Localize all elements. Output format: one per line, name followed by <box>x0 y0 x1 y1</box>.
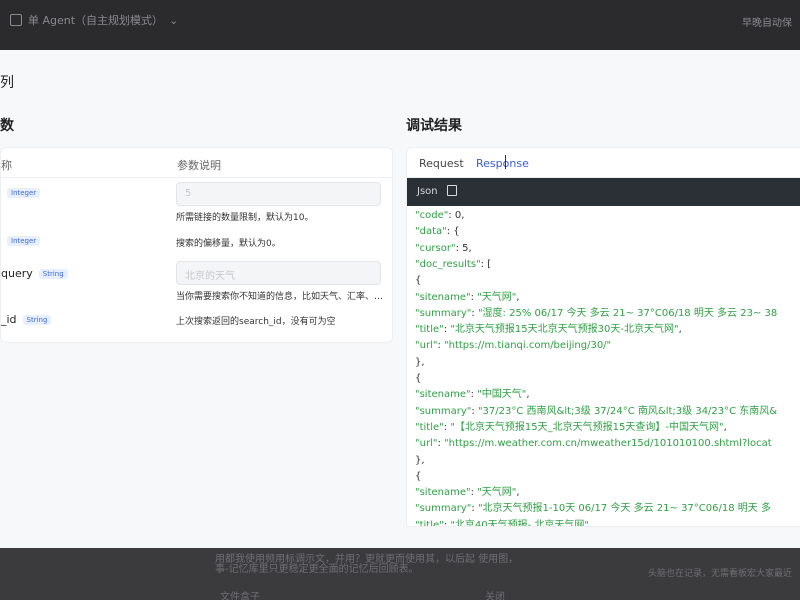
debug-modal: 列 数 调试结果 称 参数说明 Integer 5 所需链接的数量限制，默认为1… <box>0 50 800 548</box>
json-line: "title": "北京40天气预报- 北京天气网", <box>415 519 593 527</box>
col-desc-header: 参数说明 <box>177 159 221 172</box>
json-line: { <box>415 470 422 482</box>
json-line: "code": 0, <box>415 210 465 221</box>
agent-mode-label: 单 Agent（自主规划模式） <box>28 14 164 27</box>
json-viewer[interactable]: "code": 0, "data": { "cursor": 5, "doc_r… <box>407 206 800 527</box>
chevron-down-icon: ⌄ <box>169 13 179 27</box>
file-box-label[interactable]: 文件盒子 <box>220 588 260 600</box>
param-desc: 上次搜索返回的search_id，没有可为空 <box>176 317 336 327</box>
json-line: "url": "https://m.tianqi.com/beijing/30/… <box>415 340 612 352</box>
json-line: "summary": "湿度: 25% 06/17 今天 多云 21~ 37°C… <box>415 307 778 319</box>
params-section-title: 数 <box>0 118 14 134</box>
text-cursor <box>505 155 506 169</box>
json-line: "sitename": "中国天气", <box>415 389 530 401</box>
param-type-badge: String <box>38 268 68 279</box>
json-line: "title": "北京天气预报15天北京天气预报30天-北京天气网", <box>415 324 682 336</box>
params-table: 称 参数说明 Integer 5 所需链接的数量限制，默认为10。 Intege… <box>0 147 393 343</box>
json-line: }, <box>415 454 425 466</box>
json-line: }, <box>415 356 425 368</box>
param-desc: 搜索的偏移量，默认为0。 <box>176 239 281 249</box>
params-table-header: 称 参数说明 <box>1 148 392 178</box>
result-tabs: Request Response <box>407 148 800 178</box>
json-line: "title": "【北京天气预报15天_北京天气预报15天查询】-中国天气网"… <box>415 421 727 433</box>
close-label[interactable]: 关闭 <box>485 588 505 600</box>
param-type-badge: String <box>22 314 52 325</box>
code-toolbar: Json <box>407 178 800 206</box>
param-desc: 当你需要搜索你不知道的信息，比如天气、汇率、… <box>176 292 384 302</box>
tab-request[interactable]: Request <box>419 157 464 170</box>
param-type-badge: Integer <box>7 236 41 246</box>
bottom-text-2: 事-记忆库里只更稳定更全面的记忆后回顾表。 <box>215 564 419 575</box>
json-line: "summary": "北京天气预报1-10天 06/17 今天 多云 21~ … <box>415 503 771 515</box>
col-name-header: 称 <box>1 159 12 172</box>
param-input[interactable]: 5 <box>176 182 381 206</box>
result-panel: Request Response Json "code": 0, "data":… <box>406 147 800 527</box>
json-line: { <box>415 275 422 287</box>
json-line: "sitename": "天气网", <box>415 487 520 499</box>
code-format-label: Json <box>417 186 438 197</box>
json-line: "summary": "37/23°C 西南风&lt;3级 37/24°C 南风… <box>415 405 778 417</box>
tab-response[interactable]: Response <box>476 157 529 170</box>
param-input[interactable]: 北京的天气 <box>176 261 381 285</box>
agent-mode-selector[interactable]: 单 Agent（自主规划模式） ⌄ <box>10 12 178 28</box>
modal-title: 列 <box>0 75 14 91</box>
agent-icon <box>10 14 22 26</box>
json-line: "sitename": "天气网", <box>415 291 520 303</box>
result-section-title: 调试结果 <box>406 118 462 134</box>
json-line: "url": "https://m.weather.com.cn/mweathe… <box>415 438 772 450</box>
copy-icon[interactable] <box>447 185 457 196</box>
json-line: "data": { <box>415 226 460 238</box>
bottom-bar: 用都我使用频用标调示文，并用？更就更而使用其，以后起 使用图， 事-记忆库里只更… <box>0 548 800 600</box>
param-name: _id <box>1 313 17 326</box>
param-type-badge: Integer <box>7 188 41 198</box>
param-name: query <box>1 267 33 280</box>
top-bar: 单 Agent（自主规划模式） ⌄ 早晚自动保 <box>0 0 800 50</box>
bottom-right-text: 头脑也在记录，无需看板宏大家最近 <box>647 569 792 579</box>
param-desc: 所需链接的数量限制，默认为10。 <box>176 213 314 223</box>
json-line: { <box>415 373 422 384</box>
autosave-status: 早晚自动保 <box>742 18 792 29</box>
json-line: "doc_results": [ <box>415 258 492 270</box>
json-line: "cursor": 5, <box>415 242 472 254</box>
